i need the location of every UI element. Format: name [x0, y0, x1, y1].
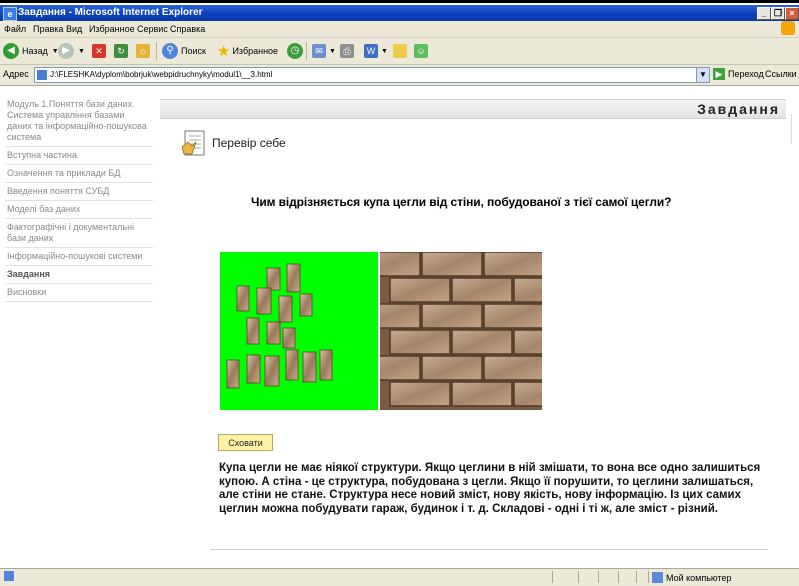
status-cell [618, 571, 619, 583]
chevron-down-icon: ▼ [329, 47, 336, 55]
address-dropdown-icon[interactable]: ▼ [696, 68, 709, 82]
history-icon: ◷ [287, 43, 303, 59]
page-content: Модуль 1.Поняття бази даних. Система упр… [0, 86, 799, 568]
sidebar-item-module-1[interactable]: Модуль 1.Поняття бази даних. Система упр… [5, 96, 153, 147]
home-button[interactable]: ⌂ [136, 42, 150, 60]
search-button[interactable]: ⚲ Поиск [162, 42, 206, 60]
status-cell [598, 571, 599, 583]
forward-button[interactable]: ▶ ▼ [58, 42, 85, 60]
page-title: Завдання [697, 101, 780, 117]
forward-arrow-icon: ▶ [58, 43, 74, 59]
favorites-label: Избранное [232, 46, 279, 56]
menu-edit[interactable]: Правка [33, 21, 63, 37]
sidebar-item-factographic[interactable]: Фактографічні і документальні бази даних [5, 219, 153, 248]
page-status-icon [4, 571, 14, 581]
back-label: Назад [22, 46, 48, 56]
search-label: Поиск [181, 46, 206, 56]
sidebar-item-models[interactable]: Моделі баз даних [5, 201, 153, 219]
sidebar-nav: Модуль 1.Поняття бази даних. Система упр… [5, 96, 153, 302]
folder-button[interactable] [393, 42, 407, 60]
print-button[interactable]: ⎙ [340, 42, 354, 60]
scroll-edge [791, 114, 796, 144]
status-cell [636, 571, 637, 583]
sidebar-item-definitions[interactable]: Означення та приклади БД [5, 165, 153, 183]
bottom-rule [210, 549, 768, 550]
sidebar-item-dbms[interactable]: Введення поняття СУБД [5, 183, 153, 201]
security-zone: Мой компьютер [652, 572, 732, 583]
sidebar-item-search-systems[interactable]: Інформаційно-пошукові системи [5, 248, 153, 266]
mail-icon: ✉ [312, 44, 326, 58]
windows-flag-icon [781, 21, 795, 35]
chevron-down-icon: ▼ [78, 47, 85, 55]
home-icon: ⌂ [136, 44, 150, 58]
print-icon: ⎙ [340, 44, 354, 58]
back-arrow-icon: ◀ [3, 43, 19, 59]
folder-icon [393, 44, 407, 58]
refresh-icon: ↻ [114, 44, 128, 58]
go-label: Переход [728, 69, 764, 79]
answer-text: Купа цегли не має ніякої структури. Якщо… [219, 462, 761, 515]
word-edit-icon: W [364, 44, 378, 58]
toolbar-divider [306, 42, 307, 60]
search-icon: ⚲ [162, 43, 178, 59]
address-input[interactable]: J:\FLESHKA\dyplom\bobrjuk\webpidruchnyky… [34, 67, 710, 83]
messenger-button[interactable]: ☺ [414, 42, 428, 60]
address-value: J:\FLESHKA\dyplom\bobrjuk\webpidruchnyky… [50, 70, 273, 79]
computer-icon [652, 572, 663, 583]
ie-logo-icon: e [3, 7, 17, 21]
address-bar: Адрес J:\FLESHKA\dyplom\bobrjuk\webpidru… [0, 65, 799, 86]
status-cell [578, 571, 579, 583]
star-icon: ★ [217, 43, 231, 60]
maximize-button[interactable]: ❐ [771, 7, 785, 20]
title-bar: e Завдання - Microsoft Internet Explorer… [0, 5, 799, 21]
history-button[interactable]: ◷ [287, 42, 303, 60]
chevron-down-icon: ▼ [381, 47, 388, 55]
sidebar-item-tasks[interactable]: Завдання [5, 266, 153, 284]
header-band: Завдання [160, 100, 786, 119]
favorites-button[interactable]: ★ Избранное [217, 42, 278, 60]
close-button[interactable]: × [785, 7, 799, 20]
toolbar-divider [156, 42, 157, 60]
links-label[interactable]: Ссылки [765, 69, 797, 79]
self-check-icon [181, 130, 205, 156]
edit-button[interactable]: W ▼ [364, 42, 388, 60]
top-border [0, 0, 799, 3]
toolbar: ◀ Назад ▼ ▶ ▼ ✕ ↻ ⌂ ⚲ Поиск ★ Избранное … [0, 38, 799, 65]
go-arrow-icon: ▶ [713, 68, 725, 80]
zone-label: Мой компьютер [666, 572, 732, 583]
go-button[interactable]: ▶ Переход [713, 68, 764, 80]
status-cell [552, 571, 553, 583]
menu-view[interactable]: Вид [66, 21, 82, 37]
menu-bar: Файл Правка Вид Избранное Сервис Справка [0, 21, 799, 38]
refresh-button[interactable]: ↻ [114, 42, 128, 60]
menu-tools[interactable]: Сервис [137, 21, 168, 37]
stop-icon: ✕ [92, 44, 106, 58]
hide-answer-button[interactable]: Сховати [218, 434, 273, 451]
menu-favorites[interactable]: Избранное [89, 21, 135, 37]
status-bar: Мой компьютер [0, 568, 799, 586]
sidebar-item-conclusions[interactable]: Висновки [5, 284, 153, 302]
menu-help[interactable]: Справка [170, 21, 205, 37]
mail-button[interactable]: ✉ ▼ [312, 42, 336, 60]
window-title: Завдання - Microsoft Internet Explorer [18, 7, 203, 18]
brick-wall-image [380, 252, 542, 410]
minimize-button[interactable]: _ [757, 7, 771, 20]
stop-button[interactable]: ✕ [92, 42, 106, 60]
menu-file[interactable]: Файл [4, 21, 26, 37]
page-icon [37, 69, 47, 80]
back-button[interactable]: ◀ Назад ▼ [3, 42, 59, 60]
status-cell [648, 571, 649, 583]
section-title: Перевір себе [212, 136, 286, 150]
messenger-icon: ☺ [414, 44, 428, 58]
sidebar-item-intro[interactable]: Вступна частина [5, 147, 153, 165]
address-label: Адрес [3, 69, 29, 79]
brick-pile-image [220, 252, 378, 410]
question-text: Чим відрізняється купа цегли від стіни, … [251, 195, 672, 209]
